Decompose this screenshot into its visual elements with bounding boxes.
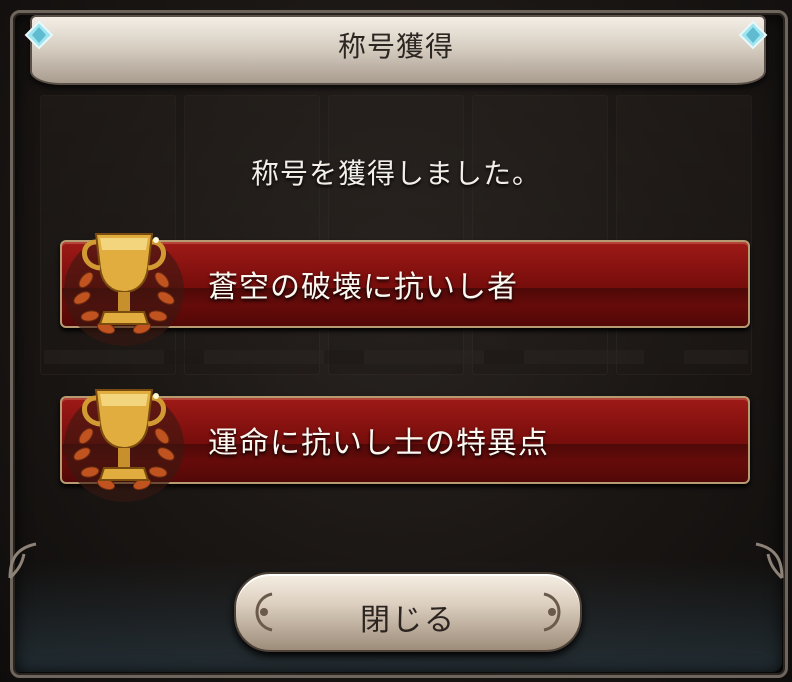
title-acquired-dialog: 称号獲得 称号を獲得しました。 蒼空の破壊に抗いし者 運命に抗いし士の特異点 閉… [0,0,792,682]
trophy-icon [64,389,184,502]
trophy-icon [64,233,184,346]
acquired-message: 称号を獲得しました。 [250,157,541,190]
corner-ornament-icon [8,542,37,580]
close-button-label: 閉じる [360,603,456,638]
close-button[interactable]: 閉じる [234,572,582,652]
title-name: 蒼空の破壊に抗いし者 [208,270,518,305]
corner-ornament-icon [755,542,784,580]
title-name: 運命に抗いし士の特異点 [208,426,549,461]
dialog-title: 称号獲得 [337,30,454,63]
acquired-title-item: 運命に抗いし士の特異点 [56,388,750,502]
acquired-title-item: 蒼空の破壊に抗いし者 [56,232,750,346]
